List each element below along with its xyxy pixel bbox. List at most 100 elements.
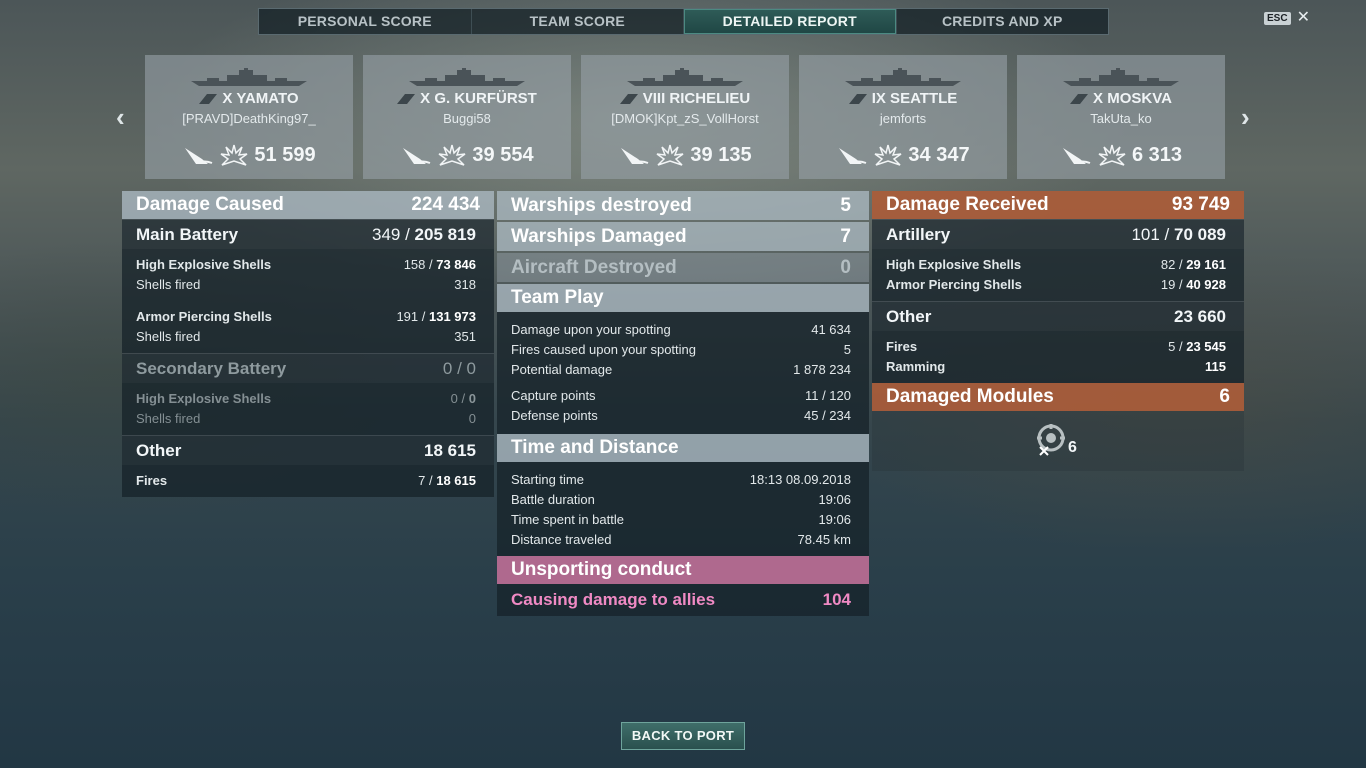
ap-shells-fired-row: Shells fired 351 bbox=[136, 329, 476, 344]
explosion-damage-icon bbox=[438, 144, 466, 166]
warships-damaged-row: Warships Damaged 7 bbox=[497, 222, 869, 251]
ship-name: VIII RICHELIEU bbox=[642, 90, 751, 107]
ship-class-icon bbox=[1070, 94, 1089, 105]
explosion-damage-icon bbox=[874, 144, 902, 166]
explosion-damage-icon bbox=[220, 144, 248, 166]
secondary-battery-details: High Explosive Shells 0 / 0 Shells fired… bbox=[122, 383, 494, 435]
secondary-battery-row: Secondary Battery 0 / 0 bbox=[122, 353, 494, 383]
battle-summary-panel: Warships destroyed 5 Warships Damaged 7 Ai… bbox=[497, 191, 869, 616]
sunk-ship-icon bbox=[185, 148, 213, 164]
ship-name: X YAMATO bbox=[222, 90, 299, 107]
aircraft-destroyed-row: Aircraft Destroyed 0 bbox=[497, 253, 869, 282]
ship-cards: X YAMATO [PRAVD]DeathKing97_ 51 599 X G. KU… bbox=[145, 55, 1225, 179]
back-to-port-button[interactable]: BACK TO PORT bbox=[621, 722, 745, 750]
ship-damage-value: 6 313 bbox=[1131, 143, 1183, 166]
ship-damage-value: 39 554 bbox=[472, 143, 534, 166]
ship-card[interactable]: X MOSKVA TakUta_ko 6 313 bbox=[1017, 55, 1225, 179]
ship-damage-stats: 39 554 bbox=[363, 143, 571, 167]
damaged-modules-count: 6 bbox=[1068, 439, 1077, 456]
ship-card[interactable]: X YAMATO [PRAVD]DeathKing97_ 51 599 bbox=[145, 55, 353, 179]
received-he-row: High Explosive Shells 82 / 29 161 bbox=[886, 257, 1226, 272]
damage-received-header: Damage Received 93 749 bbox=[872, 191, 1244, 219]
player-name: TakUta_ko bbox=[1090, 111, 1152, 126]
esc-key-hint: ESC bbox=[1264, 11, 1291, 25]
ship-class-icon bbox=[619, 94, 638, 105]
artillery-row: Artillery 101 / 70 089 bbox=[872, 219, 1244, 249]
ship-damage-value: 34 347 bbox=[908, 143, 970, 166]
ship-card[interactable]: IX SEATTLE jemforts 34 347 bbox=[799, 55, 1007, 179]
tab-credits-xp[interactable]: CREDITS AND XP bbox=[897, 9, 1109, 34]
time-row: Distance traveled 78.45 km bbox=[511, 532, 851, 547]
unsporting-header: Unsporting conduct bbox=[497, 556, 869, 584]
ship-name: X G. KURFÜRST bbox=[420, 90, 537, 107]
other-received-row: Other 23 660 bbox=[872, 301, 1244, 331]
damage-caused-header: Damage Caused 224 434 bbox=[122, 191, 494, 219]
ship-class-icon bbox=[848, 94, 867, 105]
team-play-row: Defense points 45 / 234 bbox=[511, 408, 851, 423]
he-shells-fired-row: Shells fired 318 bbox=[136, 277, 476, 292]
artillery-details: High Explosive Shells 82 / 29 161 Armor … bbox=[872, 249, 1244, 301]
damage-received-panel: Damage Received 93 749 Artillery 101 / 70… bbox=[872, 191, 1244, 471]
ship-damage-stats: 39 135 bbox=[581, 143, 789, 167]
team-play-row: Damage upon your spotting 41 634 bbox=[511, 322, 851, 337]
team-play-header: Team Play bbox=[497, 284, 869, 312]
player-name: [PRAVD]DeathKing97_ bbox=[182, 111, 316, 126]
ship-silhouette-icon bbox=[845, 68, 961, 86]
ship-name: X MOSKVA bbox=[1093, 90, 1172, 107]
close-icon[interactable]: ✕ bbox=[1297, 10, 1310, 26]
ship-damage-value: 39 135 bbox=[690, 143, 752, 166]
damaged-modules-body: 6 bbox=[872, 411, 1244, 471]
ship-card[interactable]: VIII RICHELIEU [DMOK]Kpt_zS_VollHorst 39 1… bbox=[581, 55, 789, 179]
ship-name: IX SEATTLE bbox=[871, 90, 958, 107]
time-row: Battle duration 19:06 bbox=[511, 492, 851, 507]
received-fires-row: Fires 5 / 23 545 bbox=[886, 339, 1226, 354]
received-ramming-row: Ramming 115 bbox=[886, 359, 1226, 374]
close-control[interactable]: ESC ✕ bbox=[1264, 10, 1310, 26]
time-row: Starting time 18:13 08.09.2018 bbox=[511, 472, 851, 487]
secondary-he-row: High Explosive Shells 0 / 0 bbox=[136, 391, 476, 406]
prev-arrow-icon[interactable]: ‹ bbox=[116, 102, 125, 133]
report-tabs: PERSONAL SCORE TEAM SCORE DETAILED REPOR… bbox=[258, 8, 1109, 35]
ship-silhouette-icon bbox=[191, 68, 307, 86]
ship-class-icon bbox=[199, 94, 218, 105]
fires-caused-row: Fires 7 / 18 615 bbox=[136, 473, 476, 488]
he-shells-row: High Explosive Shells 158 / 73 846 bbox=[136, 257, 476, 272]
ship-damage-stats: 34 347 bbox=[799, 143, 1007, 167]
received-ap-row: Armor Piercing Shells 19 / 40 928 bbox=[886, 277, 1226, 292]
damage-caused-panel: Damage Caused 224 434 Main Battery 349 /… bbox=[122, 191, 494, 497]
ap-shells-row: Armor Piercing Shells 191 / 131 973 bbox=[136, 309, 476, 324]
ship-damage-stats: 6 313 bbox=[1017, 143, 1225, 167]
explosion-damage-icon bbox=[656, 144, 684, 166]
ship-silhouette-icon bbox=[627, 68, 743, 86]
time-row: Time spent in battle 19:06 bbox=[511, 512, 851, 527]
sunk-ship-icon bbox=[1062, 148, 1091, 164]
other-caused-details: Fires 7 / 18 615 bbox=[122, 465, 494, 497]
tab-team-score[interactable]: TEAM SCORE bbox=[472, 9, 684, 34]
main-battery-label: Main Battery bbox=[136, 224, 239, 244]
next-arrow-icon[interactable]: › bbox=[1241, 102, 1250, 133]
explosion-damage-icon bbox=[1098, 144, 1126, 166]
tab-personal-score[interactable]: PERSONAL SCORE bbox=[259, 9, 472, 34]
team-play-row: Fires caused upon your spotting 5 bbox=[511, 342, 851, 357]
sunk-ship-icon bbox=[621, 148, 649, 164]
sunk-ship-icon bbox=[839, 148, 867, 164]
sunk-ship-icon bbox=[403, 148, 431, 164]
other-received-details: Fires 5 / 23 545 Ramming 115 bbox=[872, 331, 1244, 383]
team-play-details: Damage upon your spotting 41 634 Fires ca… bbox=[497, 312, 869, 434]
main-battery-details: High Explosive Shells 158 / 73 846 Shell… bbox=[122, 249, 494, 353]
ship-damage-value: 51 599 bbox=[254, 143, 316, 166]
player-name: jemforts bbox=[879, 111, 927, 126]
time-distance-details: Starting time 18:13 08.09.2018 Battle dur… bbox=[497, 462, 869, 556]
other-caused-row: Other 18 615 bbox=[122, 435, 494, 465]
ship-card[interactable]: X G. KURFÜRST Buggi58 39 554 bbox=[363, 55, 571, 179]
secondary-fired-row: Shells fired 0 bbox=[136, 411, 476, 426]
ship-silhouette-icon bbox=[409, 68, 525, 86]
ship-damage-stats: 51 599 bbox=[145, 143, 353, 167]
tab-detailed-report[interactable]: DETAILED REPORT bbox=[684, 9, 897, 34]
ship-silhouette-icon bbox=[1063, 68, 1179, 86]
main-battery-row: Main Battery 349 / 205 819 bbox=[122, 219, 494, 249]
ship-class-icon bbox=[397, 94, 416, 105]
team-play-row: Capture points 11 / 120 bbox=[511, 388, 851, 403]
main-battery-value: 349 / 205 819 bbox=[372, 224, 476, 244]
module-damage-icon bbox=[1037, 424, 1065, 456]
